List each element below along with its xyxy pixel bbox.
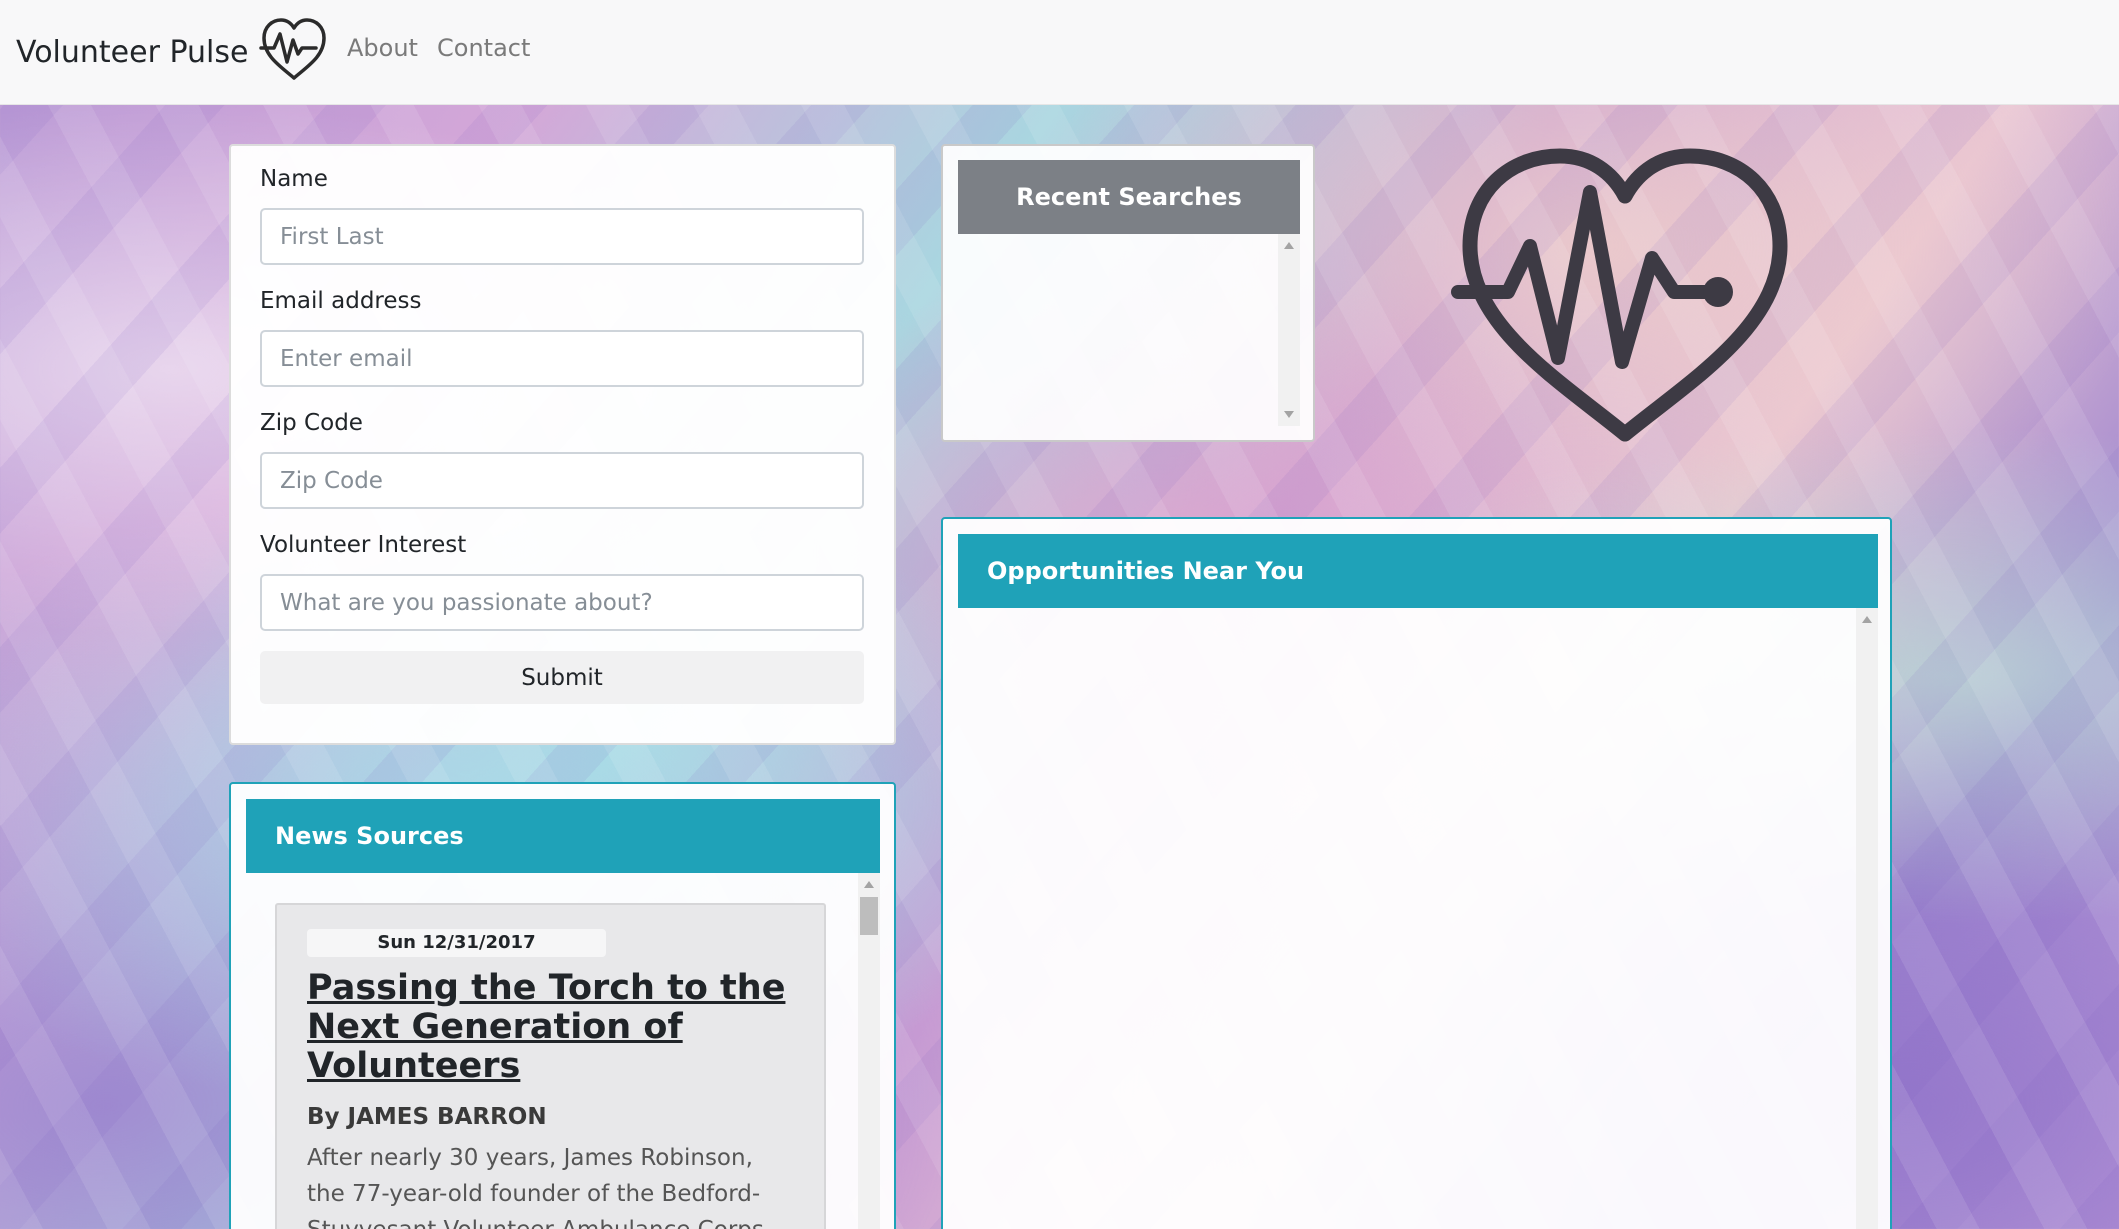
name-group: Name (260, 166, 865, 265)
opportunities-list[interactable] (958, 608, 1878, 1229)
email-group: Email address (260, 288, 865, 387)
volunteer-form: Name Email address Zip Code Volunteer In… (229, 144, 896, 745)
submit-button[interactable]: Submit (260, 651, 864, 704)
recent-searches-title: Recent Searches (958, 160, 1300, 234)
recent-searches-list[interactable] (958, 234, 1300, 426)
name-field[interactable] (260, 208, 864, 265)
article-date: Sun 12/31/2017 (307, 929, 606, 957)
news-list[interactable]: Sun 12/31/2017 Passing the Torch to the … (246, 873, 880, 1229)
nav-link-about[interactable]: About (347, 34, 418, 62)
email-field[interactable] (260, 330, 864, 387)
news-scrollbar[interactable] (858, 873, 880, 1229)
name-label: Name (260, 166, 328, 192)
nav-link-contact[interactable]: Contact (437, 34, 530, 62)
heart-pulse-icon (1451, 148, 1788, 442)
scroll-up-icon[interactable] (864, 881, 874, 888)
navbar: Volunteer Pulse About Contact (0, 0, 2119, 105)
zip-field[interactable] (260, 452, 864, 509)
heart-pulse-icon (259, 18, 327, 80)
recent-searches-scrollbar[interactable] (1278, 234, 1300, 426)
zip-label: Zip Code (260, 410, 363, 436)
article-author: By JAMES BARRON (307, 1104, 547, 1130)
news-scroll-thumb[interactable] (860, 897, 878, 935)
opportunities-panel: Opportunities Near You (941, 517, 1892, 1229)
opportunities-title: Opportunities Near You (958, 534, 1878, 608)
interest-label: Volunteer Interest (260, 532, 467, 558)
news-article: Sun 12/31/2017 Passing the Torch to the … (275, 903, 826, 1229)
opportunities-scrollbar[interactable] (1856, 608, 1878, 1229)
email-label: Email address (260, 288, 422, 314)
scroll-up-icon[interactable] (1862, 616, 1872, 623)
recent-searches-panel: Recent Searches (941, 144, 1315, 442)
brand-link[interactable]: Volunteer Pulse (16, 18, 330, 82)
scroll-down-icon[interactable] (1284, 411, 1294, 418)
scroll-up-icon[interactable] (1284, 242, 1294, 249)
news-sources-title: News Sources (246, 799, 880, 873)
zip-group: Zip Code (260, 410, 865, 509)
article-snippet: After nearly 30 years, James Robinson, t… (307, 1145, 771, 1229)
interest-field[interactable] (260, 574, 864, 631)
article-title-link[interactable]: Passing the Torch to the Next Generation… (307, 969, 794, 1086)
brand-name: Volunteer Pulse (16, 34, 249, 70)
interest-group: Volunteer Interest (260, 532, 865, 631)
news-sources-panel: News Sources Sun 12/31/2017 Passing the … (229, 782, 896, 1229)
